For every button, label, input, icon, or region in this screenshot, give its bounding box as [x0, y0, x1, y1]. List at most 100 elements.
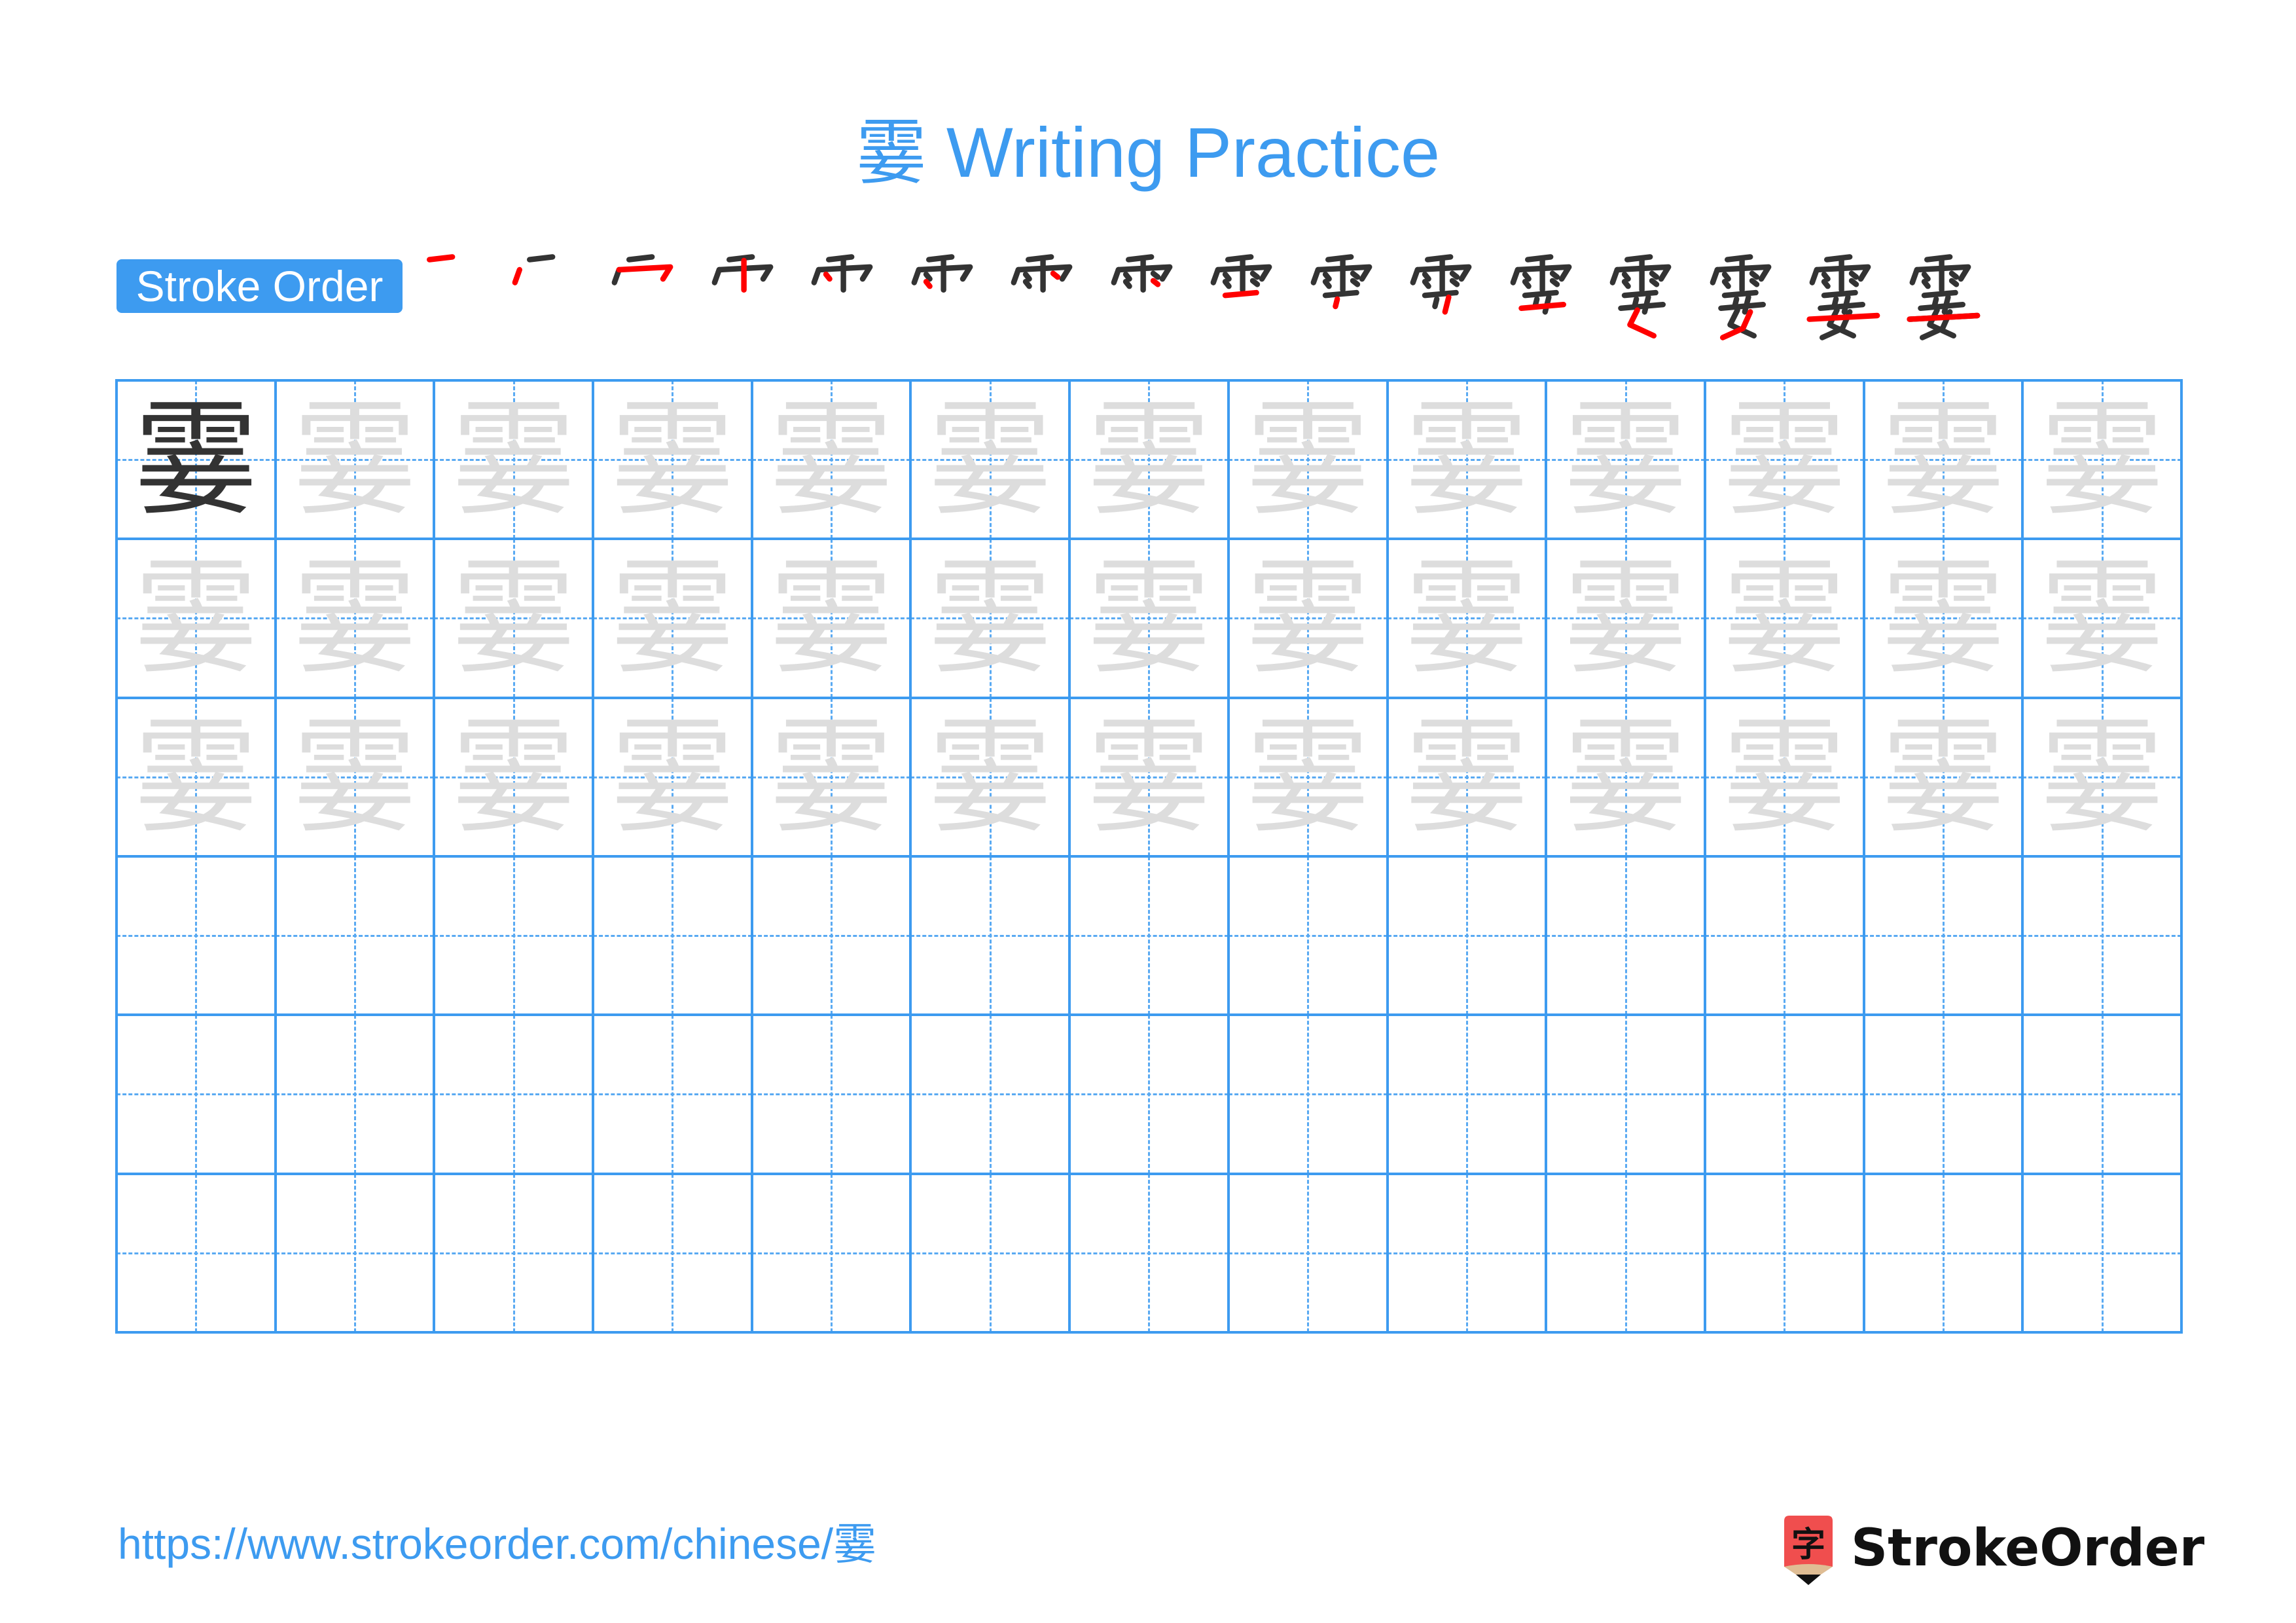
trace-character: 霎	[451, 545, 576, 691]
practice-cell: 霎	[2022, 380, 2181, 539]
previous-stroke	[1522, 271, 1532, 282]
guide-line-horizontal	[910, 1093, 1070, 1096]
previous-stroke	[1821, 279, 1831, 289]
previous-stroke	[1350, 270, 1360, 280]
practice-cell: 霎	[1228, 697, 1388, 856]
practice-cell	[751, 1173, 911, 1332]
model-character: 霎	[134, 387, 259, 532]
previous-stroke	[826, 254, 855, 263]
previous-stroke	[726, 254, 755, 263]
previous-stroke	[1848, 278, 1859, 287]
brand-logo[interactable]: 字 StrokeOrder	[1779, 1509, 2204, 1588]
practice-cell	[1863, 856, 2023, 1015]
current-stroke	[512, 266, 522, 285]
current-stroke	[427, 254, 456, 263]
guide-line-horizontal	[2022, 1252, 2181, 1254]
previous-stroke	[1618, 302, 1666, 311]
guide-line-horizontal	[1546, 1093, 1705, 1096]
practice-cell: 霎	[275, 380, 435, 539]
stroke-step-glyph	[1410, 254, 1472, 315]
stroke-step	[1797, 251, 1888, 343]
previous-stroke	[1350, 278, 1360, 287]
practice-cell: 霎	[751, 539, 911, 698]
footer-url-link[interactable]: https://www.strokeorder.com/chinese/霎	[118, 1518, 876, 1570]
practice-cell: 霎	[434, 697, 594, 856]
practice-cell: 霎	[1546, 697, 1705, 856]
guide-line-horizontal	[751, 935, 911, 938]
previous-stroke	[1848, 270, 1859, 280]
trace-character: 霎	[769, 704, 894, 849]
trace-character: 霎	[293, 545, 418, 691]
practice-cell	[593, 1173, 752, 1332]
practice-cell	[434, 856, 594, 1015]
practice-cell: 霎	[1863, 380, 2023, 539]
current-stroke	[616, 264, 673, 282]
brand-name: StrokeOrder	[1851, 1519, 2205, 1578]
trace-character: 霎	[1722, 545, 1847, 691]
previous-stroke	[1824, 254, 1853, 263]
current-stroke	[1150, 278, 1160, 287]
previous-stroke	[1717, 302, 1766, 311]
stroke-step-glyph	[1609, 254, 1672, 338]
guide-line-horizontal	[434, 1093, 594, 1096]
guide-line-horizontal	[1387, 1093, 1547, 1096]
previous-stroke	[1422, 271, 1431, 282]
previous-stroke	[1325, 254, 1354, 263]
previous-stroke	[1921, 279, 1931, 289]
practice-cell	[1228, 1015, 1388, 1174]
stroke-step-glyph	[1806, 254, 1880, 340]
practice-cell: 霎	[1704, 539, 1864, 698]
practice-cell: 霎	[1069, 539, 1229, 698]
previous-stroke	[1022, 279, 1032, 289]
practice-cell: 霎	[117, 539, 276, 698]
practice-cell: 霎	[434, 380, 594, 539]
previous-stroke	[1921, 289, 1958, 299]
practice-cell: 霎	[910, 380, 1070, 539]
practice-cell	[2022, 856, 2181, 1015]
practice-cell	[1546, 1015, 1705, 1174]
guide-line-horizontal	[275, 1093, 435, 1096]
guide-line-horizontal	[434, 1252, 594, 1254]
trace-character: 霎	[927, 545, 1052, 691]
practice-cell	[2022, 1173, 2181, 1332]
previous-stroke	[626, 254, 655, 263]
practice-cell: 霎	[1704, 697, 1864, 856]
practice-cell: 霎	[2022, 539, 2181, 698]
stroke-step	[599, 251, 691, 343]
practice-cell	[434, 1015, 594, 1174]
stroke-step	[499, 251, 591, 343]
grid-line-horizontal	[115, 1013, 2183, 1017]
previous-stroke	[1249, 270, 1261, 280]
practice-cell: 霎	[434, 539, 594, 698]
guide-line-horizontal	[2022, 935, 2181, 938]
previous-stroke	[1721, 289, 1759, 299]
previous-stroke	[1621, 279, 1631, 289]
practice-cell	[2022, 1015, 2181, 1174]
trace-character: 霎	[1404, 704, 1529, 849]
practice-cell	[1704, 856, 1864, 1015]
trace-character: 霎	[1246, 387, 1371, 532]
previous-stroke	[1122, 279, 1132, 289]
practice-cell: 霎	[1228, 539, 1388, 698]
trace-character: 霎	[1246, 704, 1371, 849]
practice-cell: 霎	[1863, 697, 2023, 856]
practice-cell	[593, 1015, 752, 1174]
practice-cell: 霎	[117, 380, 276, 539]
guide-line-horizontal	[1704, 935, 1864, 938]
guide-line-horizontal	[1546, 1252, 1705, 1254]
trace-character: 霎	[2039, 545, 2164, 691]
practice-cell: 霎	[751, 380, 911, 539]
previous-stroke	[1624, 254, 1653, 263]
previous-stroke	[1818, 302, 1865, 311]
grid-line-horizontal	[115, 538, 2183, 541]
practice-cell: 霎	[1546, 380, 1705, 539]
guide-line-horizontal	[593, 935, 752, 938]
practice-cell: 霎	[1863, 539, 2023, 698]
trace-character: 霎	[927, 704, 1052, 849]
guide-line-horizontal	[593, 1093, 752, 1096]
previous-stroke	[1724, 254, 1753, 263]
previous-stroke	[1425, 254, 1454, 263]
practice-cell: 霎	[593, 539, 752, 698]
stroke-step	[1298, 251, 1390, 343]
practice-cell	[1069, 1015, 1229, 1174]
